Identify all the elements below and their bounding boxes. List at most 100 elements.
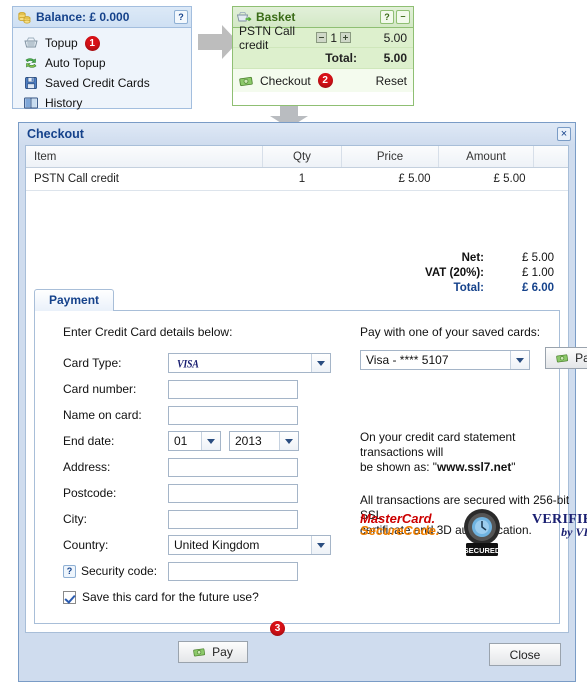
quantity-value: 1: [330, 30, 337, 45]
field-city: City:: [63, 506, 353, 532]
name-on-card-label: Name on card:: [63, 408, 142, 422]
basket-item-name: PSTN Call credit: [239, 23, 296, 52]
chevron-down-icon[interactable]: [311, 536, 330, 554]
net-value: £ 5.00: [522, 252, 554, 264]
quantity-stepper[interactable]: 1: [316, 31, 351, 45]
column-header-qty: Qty: [262, 146, 342, 168]
balance-menu-list: Topup 1 Auto Topup Saved Credit Cards Hi…: [13, 28, 191, 112]
field-card-number: Card number:: [63, 376, 353, 402]
chevron-down-icon[interactable]: [510, 351, 529, 369]
mastercard-line-2: SecureCode.: [360, 523, 440, 538]
balance-help-button[interactable]: ?: [174, 10, 188, 24]
basket-icon: [236, 9, 252, 25]
auto-topup-refresh-icon: [23, 55, 39, 71]
history-book-icon: [23, 95, 39, 111]
checkout-dialog-footer: Close: [19, 633, 575, 681]
security-code-label: Security code:: [81, 564, 158, 578]
pay-saved-card-button[interactable]: Pay: [545, 347, 587, 369]
end-year-value: 2013: [235, 434, 262, 448]
page-title: Checkout: [27, 127, 84, 141]
quantity-increase-icon[interactable]: [340, 32, 351, 43]
chevron-down-icon[interactable]: [311, 354, 330, 372]
pay-saved-card-label: Pay: [575, 351, 587, 365]
step-badge-2: 2: [317, 73, 333, 88]
basket-footer: Checkout 2 Reset: [233, 68, 413, 92]
address-input[interactable]: [168, 457, 298, 477]
sidebar-item-topup[interactable]: Topup 1: [23, 34, 191, 52]
country-select[interactable]: United Kingdom: [168, 535, 331, 555]
statement-line-1: On your credit card statement transactio…: [360, 430, 516, 459]
visa-line-2: by VISA: [561, 525, 587, 539]
balance-title: Balance: £ 0.000: [36, 10, 130, 24]
checkout-dialog-header: Checkout ×: [19, 123, 575, 145]
quantity-decrease-icon[interactable]: [316, 32, 328, 43]
name-on-card-input[interactable]: [168, 405, 298, 425]
statement-site: www.ssl7.net: [436, 460, 512, 474]
visa-logo-icon: VISA: [177, 358, 199, 370]
postcode-input[interactable]: [168, 483, 298, 503]
statement-line-2-prefix: be shown as: ": [360, 460, 437, 474]
reset-link[interactable]: Reset: [376, 74, 407, 88]
sidebar-item-topup-label: Topup: [45, 36, 78, 50]
city-input[interactable]: [168, 509, 298, 529]
tab-payment[interactable]: Payment: [34, 289, 115, 311]
basket-item-amount: 5.00: [383, 30, 407, 45]
balance-panel: Balance: £ 0.000 ? Topup 1 Auto Topup Sa…: [12, 6, 192, 112]
country-label: Country:: [63, 538, 109, 552]
basket-title: Basket: [256, 10, 296, 24]
end-month-select[interactable]: 01: [168, 431, 221, 451]
saved-card-select[interactable]: Visa - **** 5107: [360, 350, 530, 370]
basket-panel: Basket ? – PSTN Call credit 1 5.00 Total…: [232, 6, 414, 106]
table-header-row: Item Qty Price Amount: [26, 146, 568, 168]
security-badges: MasterCard. SecureCode. SECURED VERIFI b…: [360, 507, 587, 559]
postcode-label: Postcode:: [63, 486, 117, 500]
end-month-value: 01: [174, 434, 188, 448]
order-items-table: Item Qty Price Amount PSTN Call credit 1…: [26, 146, 568, 191]
security-code-input[interactable]: [168, 561, 298, 581]
totals-row-net: Net: £ 5.00: [364, 251, 554, 266]
field-card-type: Card Type: VISA: [63, 350, 353, 376]
verified-by-visa-logo: VERIFIED by VISA: [532, 513, 587, 539]
basket-minimize-button[interactable]: –: [396, 10, 410, 24]
basket-total-label: Total:: [325, 51, 357, 65]
close-icon[interactable]: ×: [557, 127, 571, 141]
sidebar-item-history[interactable]: History: [23, 94, 191, 112]
column-header-spacer: [533, 146, 568, 168]
sidebar-item-auto-topup[interactable]: Auto Topup: [23, 54, 191, 72]
city-label: City:: [63, 512, 87, 526]
cell-price: £ 5.00: [341, 167, 439, 191]
save-card-checkbox[interactable]: [63, 590, 76, 604]
checkout-dialog: Checkout × Item Qty Price Amount PSTN Ca…: [18, 122, 587, 682]
column-header-amount: Amount: [438, 146, 534, 168]
mastercard-securecode-logo: MasterCard. SecureCode.: [360, 512, 440, 538]
checkout-dialog-body: Item Qty Price Amount PSTN Call credit 1…: [25, 145, 587, 663]
field-end-date: End date: 01 2013: [63, 428, 353, 454]
security-code-help-icon[interactable]: ?: [63, 564, 76, 578]
statement-info: On your credit card statement transactio…: [360, 430, 575, 475]
save-card-label: Save this card for the future use?: [82, 590, 259, 604]
basket-line-item: PSTN Call credit 1 5.00: [233, 24, 413, 52]
payment-tab-panel: Enter Credit Card details below: Card Ty…: [34, 311, 587, 663]
step-badge-1: 1: [84, 35, 100, 51]
cell-qty: 1: [262, 167, 342, 191]
vat-label: VAT (20%):: [425, 267, 484, 279]
card-number-input[interactable]: [168, 379, 298, 399]
sidebar-item-saved-credit-cards[interactable]: Saved Credit Cards: [23, 74, 191, 92]
field-country: Country: United Kingdom: [63, 532, 353, 558]
secured-seal-label: SECURED: [464, 546, 501, 555]
field-address: Address:: [63, 454, 353, 480]
table-row: PSTN Call credit 1 £ 5.00 £ 5.00: [26, 167, 568, 191]
chevron-down-icon[interactable]: [279, 432, 298, 450]
close-button[interactable]: Close: [489, 643, 561, 666]
cell-item: PSTN Call credit: [26, 167, 263, 191]
credit-card-form: Enter Credit Card details below: Card Ty…: [63, 325, 353, 610]
card-type-value: VISA: [169, 356, 311, 370]
basket-help-button[interactable]: ?: [380, 10, 394, 24]
totals-row-vat: VAT (20%): £ 1.00: [364, 266, 554, 281]
card-type-select[interactable]: VISA: [168, 353, 331, 373]
chevron-down-icon[interactable]: [201, 432, 220, 450]
save-disk-icon: [23, 75, 39, 91]
end-year-select[interactable]: 2013: [229, 431, 299, 451]
checkout-link[interactable]: Checkout: [260, 74, 311, 88]
saved-card-value: Visa - **** 5107: [366, 353, 449, 367]
